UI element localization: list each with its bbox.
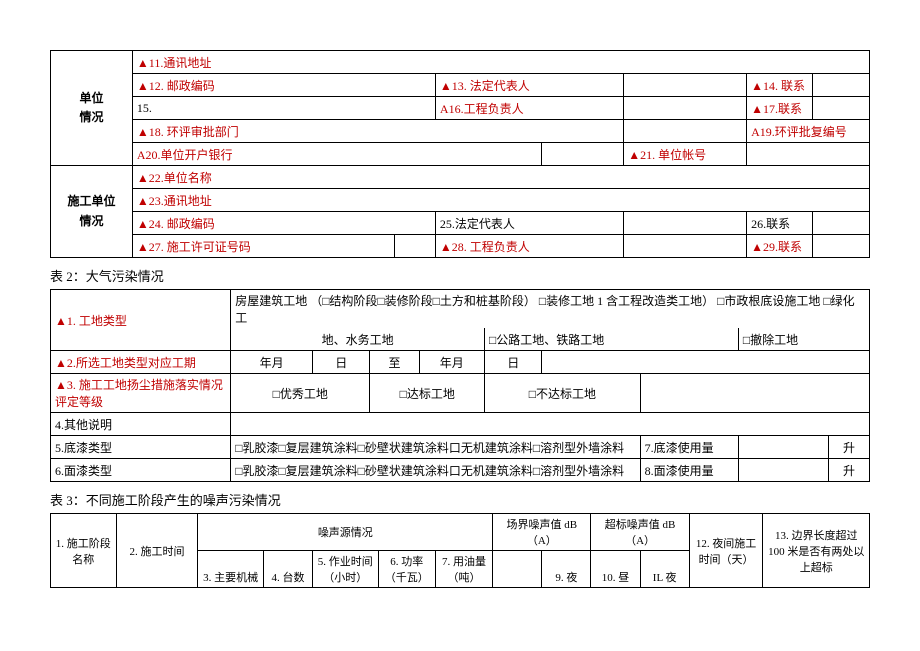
rating-nonstandard: □不达标工地 (485, 374, 641, 413)
blank (542, 143, 624, 166)
blank (812, 97, 869, 120)
period-blank (542, 351, 870, 374)
blank (624, 97, 747, 120)
rating-blank (640, 374, 869, 413)
field-15: 15. (132, 97, 435, 120)
field-22: ▲22.单位名称 (132, 166, 869, 189)
unit-info-table: 单位 情况 ▲11.通讯地址 ▲12. 邮政编码 ▲13. 法定代表人 ▲14.… (50, 50, 870, 258)
period-to: 至 (370, 351, 419, 374)
col-10-day: 10. 昼 (591, 551, 640, 588)
field-25: 25.法定代表人 (435, 212, 623, 235)
blank (812, 74, 869, 97)
field-11: ▲11.通讯地址 (132, 51, 869, 74)
col-empty8 (493, 551, 542, 588)
col-unit-count: 4. 台数 (263, 551, 312, 588)
field-13: ▲13. 法定代表人 (435, 74, 623, 97)
col-oil: 7. 用油量（吨） (435, 551, 492, 588)
field-19: A19.环评批复编号 (747, 120, 870, 143)
site-type-opts-2c: □撤除工地 (738, 328, 869, 351)
period-ym2: 年月 (419, 351, 485, 374)
col-night-days: 12. 夜间施工时间（天） (689, 514, 763, 588)
air-pollution-table: ▲1. 工地类型 房屋建筑工地 （□结构阶段□装修阶段□土方和桩基阶段） □装修… (50, 289, 870, 482)
field-14: ▲14. 联系 (747, 74, 813, 97)
blank (812, 212, 869, 235)
col-main-machine: 3. 主要机械 (198, 551, 264, 588)
field-12: ▲12. 邮政编码 (132, 74, 435, 97)
section-3-title: 表 3：不同施工阶段产生的噪声污染情况 (50, 490, 870, 509)
period-d2: 日 (485, 351, 542, 374)
field-23: ▲23.通讯地址 (132, 189, 869, 212)
field-20: A20.单位开户银行 (132, 143, 541, 166)
topcoat-amount-value (738, 459, 828, 482)
col-construction-time: 2. 施工时间 (116, 514, 198, 588)
field-site-type: ▲1. 工地类型 (51, 290, 231, 351)
field-27: ▲27. 施工许可证号码 (132, 235, 394, 258)
field-16: A16.工程负责人 (435, 97, 623, 120)
blank (624, 212, 747, 235)
col-boundary-exceed: 13. 边界长度超过 100 米是否有两处以上超标 (763, 514, 870, 588)
section-2-title: 表 2：大气污染情况 (50, 266, 870, 285)
col-stage-name: 1. 施工阶段名称 (51, 514, 117, 588)
field-topcoat-type: 6.面漆类型 (51, 459, 231, 482)
topcoat-opts: □乳胶漆□复层建筑涂料□砂壁状建筑涂料口无机建筑涂料□溶剂型外墙涂料 (231, 459, 640, 482)
col-exceed-noise: 超标噪声值 dB（A） (591, 514, 689, 551)
blank (624, 120, 747, 143)
blank (747, 143, 870, 166)
field-period-label: ▲2.所选工地类型对应工期 (51, 351, 231, 374)
site-type-opts-2a: 地、水务工地 (231, 328, 485, 351)
topcoat-amount-label: 8.面漆使用量 (640, 459, 738, 482)
noise-pollution-table: 1. 施工阶段名称 2. 施工时间 噪声源情况 场界噪声值 dB（A） 超标噪声… (50, 513, 870, 588)
primer-amount-label: 7.底漆使用量 (640, 436, 738, 459)
col-9-night: 9. 夜 (542, 551, 591, 588)
group-construction-unit: 施工单位 情况 (51, 166, 133, 258)
col-power: 6. 功率（千瓦） (378, 551, 435, 588)
primer-opts: □乳胶漆□复层建筑涂料□砂壁状建筑涂料口无机建筑涂料□溶剂型外墙涂料 (231, 436, 640, 459)
topcoat-unit: 升 (828, 459, 869, 482)
rating-standard: □达标工地 (370, 374, 485, 413)
field-18: ▲18. 环评审批部门 (132, 120, 623, 143)
group-unit-info: 单位 情况 (51, 51, 133, 166)
period-ym1: 年月 (231, 351, 313, 374)
field-dust-rating: ▲3. 施工工地扬尘措施落实情况评定等级 (51, 374, 231, 413)
blank (394, 235, 435, 258)
rating-excellent: □优秀工地 (231, 374, 370, 413)
primer-unit: 升 (828, 436, 869, 459)
field-29: ▲29.联系 (747, 235, 813, 258)
col-work-hours: 5. 作业时间（小时） (313, 551, 379, 588)
blank (624, 235, 747, 258)
blank (812, 235, 869, 258)
field-primer-type: 5.底漆类型 (51, 436, 231, 459)
field-24: ▲24. 邮政编码 (132, 212, 435, 235)
col-noise-source: 噪声源情况 (198, 514, 493, 551)
period-d1: 日 (313, 351, 370, 374)
site-type-opts-1: 房屋建筑工地 （□结构阶段□装修阶段□土方和桩基阶段） □装修工地 1 含工程改… (231, 290, 870, 329)
field-other-notes: 4.其他说明 (51, 413, 231, 436)
field-26: 26.联系 (747, 212, 813, 235)
col-boundary-noise: 场界噪声值 dB（A） (493, 514, 591, 551)
other-notes-value (231, 413, 870, 436)
primer-amount-value (738, 436, 828, 459)
field-21: ▲21. 单位帐号 (624, 143, 747, 166)
blank (624, 74, 747, 97)
field-28: ▲28. 工程负责人 (435, 235, 623, 258)
field-17: ▲17.联系 (747, 97, 813, 120)
col-11-night: IL 夜 (640, 551, 689, 588)
site-type-opts-2b: □公路工地、铁路工地 (485, 328, 739, 351)
